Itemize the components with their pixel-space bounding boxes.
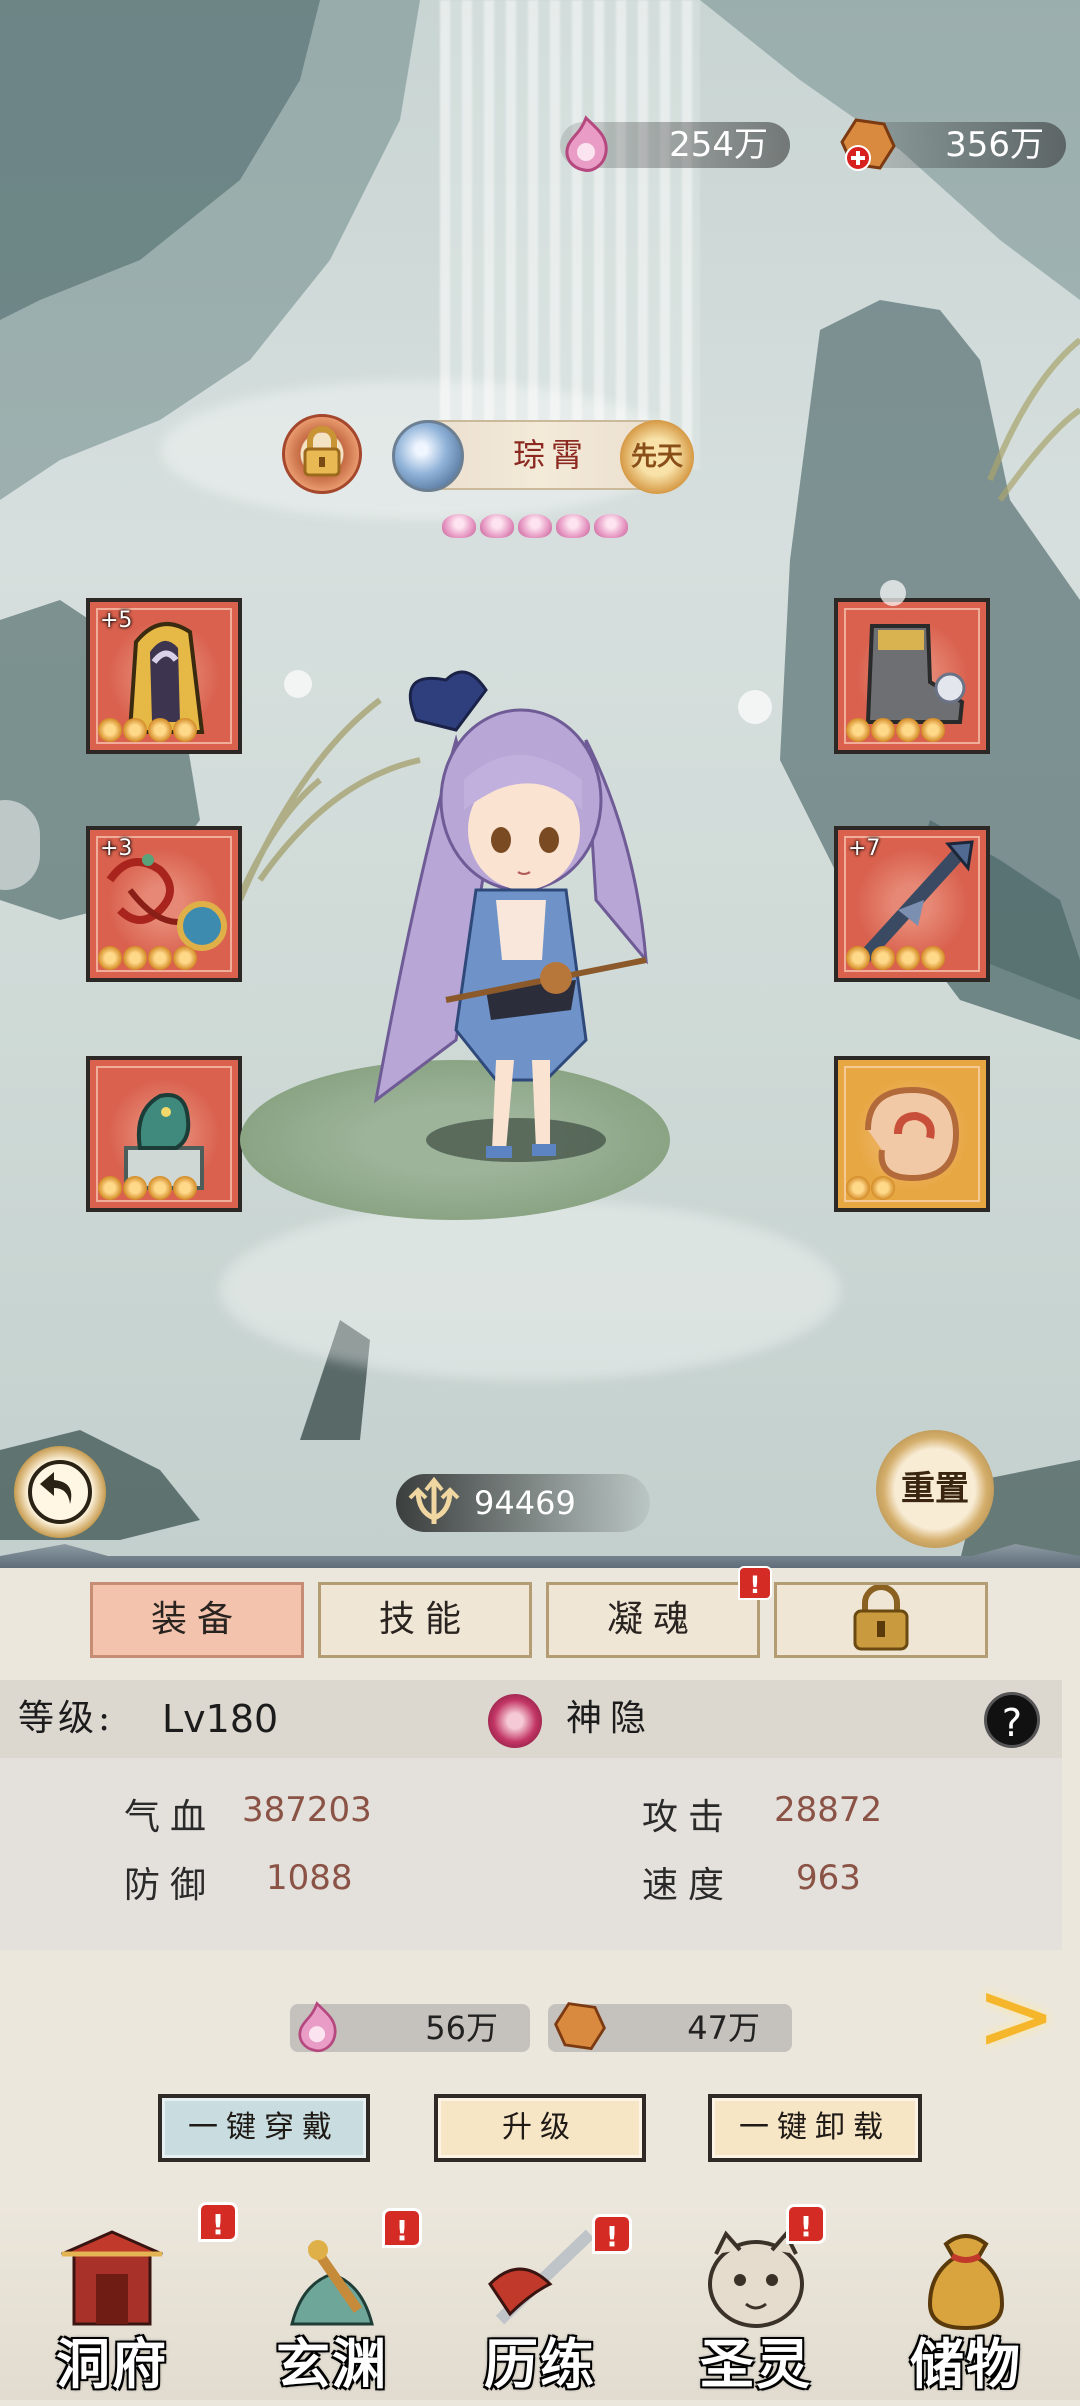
crystal-add-icon[interactable]: [836, 114, 900, 178]
bubble: [284, 670, 312, 698]
attack-label: 攻击: [642, 1797, 735, 1838]
swirl-orb-icon: [392, 420, 464, 492]
unequip-all-button[interactable]: 一键卸载: [708, 2094, 922, 2162]
spirit-cost-value: 56万: [425, 2009, 498, 2047]
lock-toggle-button[interactable]: [282, 414, 362, 494]
spirit-essence-icon: [298, 2001, 337, 2053]
reset-button[interactable]: 重置: [876, 1430, 994, 1548]
tab-locked[interactable]: [774, 1582, 988, 1658]
battle-scene: 254万 356万 琮霄 先天 +5 +3 +7 94469 重置: [0, 0, 1080, 1560]
innate-badge: 先天: [620, 420, 694, 494]
character-sprite[interactable]: [346, 660, 706, 1180]
nav-label: 圣灵: [700, 2332, 812, 2396]
combat-power: 94469: [396, 1474, 650, 1532]
level-label: 等级:: [18, 1698, 115, 1739]
stats-box: 气血 387203 攻击 28872 防御 1088 速度 963: [0, 1758, 1062, 1950]
star-icon: [480, 514, 514, 538]
back-button[interactable]: [14, 1446, 106, 1538]
star-icon: [442, 514, 476, 538]
defense-value: 1088: [266, 1858, 353, 1898]
crystal-currency-value: 356万: [945, 125, 1044, 165]
enhance-level: +7: [848, 836, 881, 861]
alert-badge: !: [786, 2204, 826, 2244]
crystal-cost-value: 47万: [687, 2009, 760, 2047]
class-name: 神隐: [566, 1698, 655, 1739]
level-info-row: 等级: Lv180 神隐 ?: [0, 1680, 1062, 1758]
padlock-icon: [303, 426, 341, 477]
nav-training[interactable]: 历练 !: [440, 2200, 640, 2400]
nav-label: 历练: [484, 2332, 596, 2396]
combat-power-value: 94469: [474, 1484, 576, 1522]
star-coins: [98, 718, 198, 744]
nav-label: 玄渊: [276, 2332, 388, 2396]
speed-label: 速度: [642, 1865, 735, 1906]
equip-all-button[interactable]: 一键穿戴: [158, 2094, 370, 2162]
tab-soul-condense[interactable]: 凝魂: [546, 1582, 760, 1658]
star-coins: [846, 718, 946, 744]
star-coins: [846, 1176, 896, 1202]
nav-label: 洞府: [56, 2332, 168, 2396]
pavilion-icon: [61, 2230, 163, 2326]
equip-slot-spear[interactable]: +7: [834, 826, 990, 982]
bubble: [738, 690, 772, 724]
equip-slot-boots[interactable]: [834, 598, 990, 754]
star-icon: [594, 514, 628, 538]
hp-value: 387203: [242, 1790, 372, 1830]
equip-slot-seal[interactable]: [86, 1056, 242, 1212]
alert-badge: !: [592, 2214, 632, 2254]
star-coins: [846, 946, 946, 972]
bottom-nav: 洞府 ! 玄渊 ! 历练 ! 圣灵 ! 储物: [0, 2200, 1080, 2400]
star-coins: [98, 946, 198, 972]
upgrade-button[interactable]: 升级: [434, 2094, 646, 2162]
nav-storage[interactable]: 储物: [866, 2200, 1066, 2400]
spirit-cost-pill: 56万: [290, 2001, 530, 2053]
equip-slot-hood[interactable]: +5: [86, 598, 242, 754]
class-emblem-icon: [488, 1694, 542, 1748]
nav-cave-dwelling[interactable]: 洞府 !: [12, 2200, 238, 2400]
nav-mystic-abyss[interactable]: 玄渊 !: [232, 2200, 432, 2400]
star-rating: [338, 508, 738, 548]
crystal-icon: [554, 2002, 606, 2051]
alert-badge: !: [382, 2208, 422, 2248]
star-coins: [98, 1176, 198, 1202]
star-icon: [518, 514, 552, 538]
next-arrow-icon[interactable]: >: [976, 1966, 1062, 2066]
tab-skills[interactable]: 技能: [318, 1582, 532, 1658]
trident-power-icon: [408, 1476, 460, 1524]
equip-slot-necklace[interactable]: +3: [86, 826, 242, 982]
spirit-essence-icon: [565, 115, 608, 172]
crystal-cost-pill: 47万: [548, 2002, 792, 2052]
back-arrow-icon: [28, 1460, 92, 1524]
character-name: 琮霄: [512, 436, 589, 474]
hp-label: 气血: [124, 1797, 217, 1838]
lock-icon: [853, 1585, 909, 1651]
enhance-level: +5: [100, 608, 133, 633]
mist: [220, 1200, 840, 1380]
money-bag-icon: [927, 2234, 1005, 2331]
enhance-level: +3: [100, 836, 133, 861]
star-icon: [556, 514, 590, 538]
speed-value: 963: [796, 1858, 861, 1898]
level-value: Lv180: [162, 1697, 279, 1741]
blade-ribbon-icon: [488, 2229, 595, 2325]
alert-badge: !: [738, 1566, 772, 1600]
defense-label: 防御: [124, 1865, 217, 1906]
help-button[interactable]: ?: [984, 1692, 1040, 1748]
nav-holy-spirit[interactable]: 圣灵 !: [656, 2200, 856, 2400]
attack-value: 28872: [774, 1790, 883, 1830]
nav-label: 储物: [910, 2332, 1022, 2396]
sword-sheath-icon: [290, 2240, 374, 2326]
character-nameplate: 琮霄 先天: [392, 420, 694, 494]
equip-slot-jade[interactable]: [834, 1056, 990, 1212]
spirit-currency-value: 254万: [669, 125, 768, 165]
bubble: [880, 580, 906, 606]
tab-equipment[interactable]: 装备: [90, 1582, 304, 1658]
